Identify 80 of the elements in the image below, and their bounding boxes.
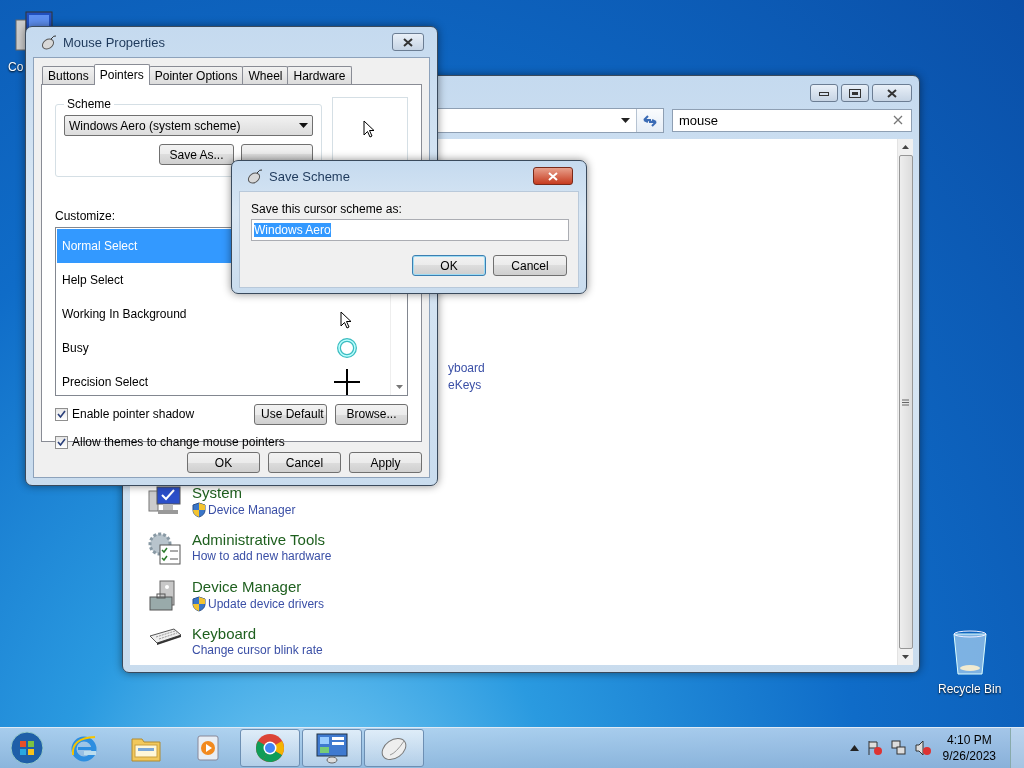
pointer-name[interactable]: Help Select — [62, 273, 124, 287]
checkbox[interactable]: Enable pointer shadow — [55, 407, 195, 421]
task-link[interactable]: eKeys — [448, 377, 485, 393]
task-link[interactable]: Device Manager — [208, 503, 296, 517]
clock[interactable]: 4:10 PM 9/26/2023 — [942, 732, 996, 764]
busy-ring-icon — [336, 337, 358, 359]
window-title: Save Scheme — [269, 168, 350, 184]
crosshair-icon — [334, 369, 360, 395]
task-link[interactable]: How to add new hardware — [192, 549, 332, 563]
scroll-down-icon[interactable] — [395, 385, 403, 389]
tab[interactable]: Pointers — [93, 64, 150, 85]
save-as-button[interactable]: Save As... — [159, 144, 234, 165]
dialog-button[interactable]: Cancel — [493, 255, 567, 276]
scrollbar[interactable] — [897, 139, 913, 665]
pointer-name[interactable]: Working In Background — [62, 307, 187, 321]
minimize-icon — [819, 90, 829, 96]
cursor-icon — [363, 120, 377, 138]
taskbar-button[interactable] — [240, 729, 300, 767]
close-icon — [548, 171, 558, 181]
close-icon — [403, 37, 413, 47]
tab[interactable]: Buttons — [42, 66, 95, 84]
pointer-name[interactable]: Precision Select — [62, 375, 149, 389]
clear-icon[interactable] — [893, 114, 903, 125]
dialog-button[interactable]: OK — [412, 255, 486, 276]
maximize-button[interactable] — [841, 84, 869, 102]
close-button[interactable] — [872, 84, 912, 102]
search-field[interactable]: mouse — [672, 109, 912, 132]
tab[interactable]: Pointer Options — [148, 66, 244, 84]
task-link[interactable]: yboard — [448, 360, 485, 376]
tab[interactable]: Hardware — [287, 66, 352, 84]
mouse-icon — [247, 168, 263, 184]
close-button[interactable] — [533, 167, 573, 185]
checkmark-icon — [57, 409, 66, 419]
use-default-button[interactable]: Use Default — [254, 403, 327, 425]
dialog-button[interactable]: Apply — [349, 452, 422, 473]
chrome-icon — [254, 732, 286, 764]
category-title[interactable]: System — [192, 483, 296, 502]
keyboard-icon — [148, 626, 182, 646]
dropdown-arrow-icon — [299, 123, 308, 128]
checkbox[interactable]: Allow themes to change mouse pointers — [55, 435, 285, 449]
restore-icon — [849, 88, 861, 98]
close-button[interactable] — [392, 33, 424, 51]
close-icon — [887, 88, 897, 98]
scroll-down-icon[interactable] — [902, 655, 909, 659]
show-hidden-icon[interactable] — [849, 745, 859, 751]
scheme-dropdown[interactable]: Windows Aero (system scheme) — [64, 115, 313, 136]
flag-alert-icon[interactable] — [866, 740, 883, 756]
minimize-button[interactable] — [810, 84, 838, 102]
gear-checklist-icon — [148, 532, 182, 566]
prompt-text: Save this cursor scheme as: — [251, 202, 403, 218]
scroll-up-icon[interactable] — [902, 145, 909, 149]
search-text: mouse — [679, 113, 720, 128]
computer-icon — [148, 485, 182, 517]
customize-label: Customize: — [55, 209, 116, 225]
tab[interactable]: Wheel — [242, 66, 289, 84]
task-link[interactable]: Change cursor blink rate — [192, 643, 323, 657]
network-icon[interactable] — [890, 740, 907, 756]
dialog-button[interactable]: Cancel — [268, 452, 341, 473]
taskbar-button[interactable] — [302, 729, 362, 767]
pointer-name[interactable]: Busy — [62, 341, 89, 355]
task-link[interactable]: Update device drivers — [208, 597, 325, 611]
dialog-button[interactable]: OK — [187, 452, 260, 473]
category-title[interactable]: Keyboard — [192, 624, 323, 643]
refresh-icon[interactable] — [642, 113, 658, 128]
speaker-muted-icon[interactable] — [914, 740, 931, 756]
media-player-icon — [194, 733, 222, 763]
cursor-icon — [340, 311, 354, 329]
browser-e-icon — [69, 733, 99, 763]
desktop-icon-label[interactable]: Recycle Bin — [938, 682, 1002, 696]
category-title[interactable]: Device Manager — [192, 577, 325, 596]
checkmark-icon — [57, 437, 66, 447]
grip-icon[interactable] — [902, 398, 909, 406]
dropdown-arrow-icon[interactable] — [620, 118, 630, 123]
window-title: Mouse Properties — [63, 34, 165, 50]
browse-button[interactable]: Browse... — [335, 403, 408, 425]
mouse-icon — [41, 34, 57, 50]
control-panel-icon — [315, 732, 349, 764]
desktop-icon-label[interactable]: Co — [8, 60, 24, 74]
group-label: Scheme — [66, 97, 113, 111]
category-title[interactable]: Administrative Tools — [192, 530, 332, 549]
